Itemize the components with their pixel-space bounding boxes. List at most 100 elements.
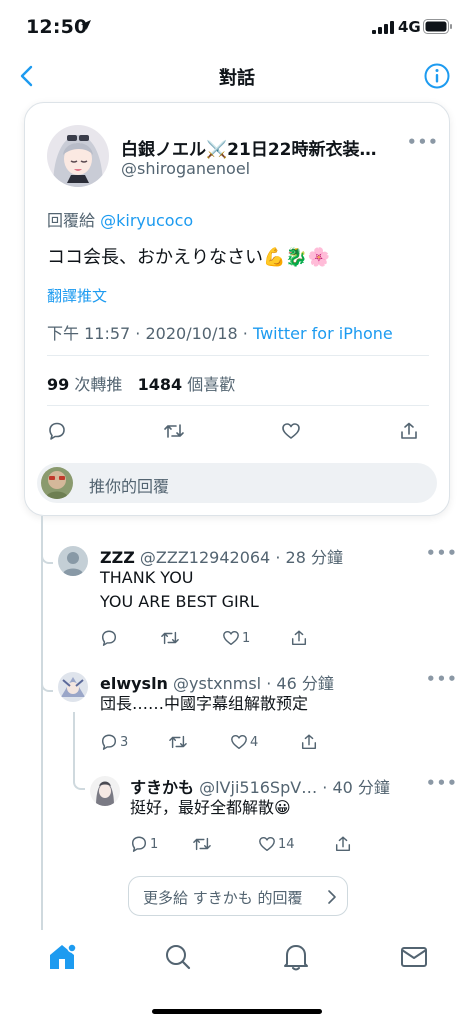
reply-author-name[interactable]: ZZZ [100, 548, 135, 567]
reply-text-line: 挺好，最好全都解散😀 [130, 798, 291, 817]
reply-text: 挺好，最好全都解散😀 [130, 796, 291, 820]
reply-author-handle[interactable]: @lVji516SpV… [199, 778, 317, 797]
reply-retweet-button[interactable] [168, 730, 190, 754]
info-icon[interactable] [424, 63, 450, 89]
author-avatar[interactable] [47, 125, 109, 187]
more-replies-label: 更多給 すきかも 的回覆 [143, 889, 303, 907]
more-replies-button[interactable]: 更多給 すきかも 的回覆 [128, 876, 348, 916]
notifications-icon[interactable] [276, 942, 316, 972]
meta-separator: · [135, 324, 146, 343]
messages-icon[interactable] [394, 942, 434, 972]
retweet-icon [193, 837, 211, 851]
reply-text-line: YOU ARE BEST GIRL [100, 592, 259, 611]
tweet-date: 2020/10/18 [145, 324, 238, 343]
retweet-count[interactable]: 99 [47, 375, 69, 394]
meta-separator: · [242, 324, 253, 343]
like-count[interactable]: 1484 [138, 375, 183, 394]
reply-author-handle[interactable]: @ystxnmsl [173, 674, 261, 693]
divider [47, 355, 429, 356]
reply-reply-button[interactable] [100, 626, 120, 650]
meta-separator: · [266, 674, 272, 693]
reply-more-icon[interactable]: ••• [426, 670, 458, 688]
reply-share-button[interactable] [290, 626, 308, 650]
meta-separator: · [322, 778, 328, 797]
battery-icon [423, 19, 452, 34]
tweet-more-icon[interactable]: ••• [407, 133, 439, 151]
like-icon [259, 836, 275, 852]
thread-connector [73, 772, 85, 790]
reply-time: 40 分鐘 [332, 778, 390, 797]
reply-like-count: 4 [250, 734, 259, 750]
reply-author-name[interactable]: すきかも [130, 778, 194, 797]
retweet-icon [161, 631, 179, 645]
share-icon[interactable] [399, 421, 419, 441]
main-tweet-card: 白銀ノエル⚔️21日22時新衣装… @shiroganenoel ••• 回覆給… [24, 102, 450, 516]
reply-avatar-default[interactable] [58, 546, 88, 576]
reply-icon[interactable] [47, 421, 67, 441]
thread-connector [41, 676, 53, 692]
page-title: 對話 [219, 68, 255, 89]
like-label[interactable]: 個喜歡 [187, 375, 235, 394]
reply-reply-count: 1 [150, 836, 159, 852]
share-icon [301, 734, 317, 750]
reply-author-name[interactable]: elwysln [100, 674, 168, 693]
meta-separator: · [275, 548, 281, 567]
reply-retweet-button[interactable] [192, 832, 214, 856]
home-icon[interactable] [42, 942, 82, 972]
retweet-icon [169, 735, 187, 749]
cellular-signal-icon [372, 21, 394, 34]
reply-header: elwysln @ystxnmsl · 46 分鐘 [100, 670, 334, 694]
reply-text-line: THANK YOU [100, 568, 194, 587]
tweet-text: ココ会長、おかえりなさい💪🐉🌸 [47, 247, 331, 268]
reply-time: 46 分鐘 [276, 674, 334, 693]
reply-more-icon[interactable]: ••• [426, 544, 458, 562]
status-bar: 12:50 4G [0, 0, 474, 56]
share-icon [291, 630, 307, 646]
reply-like-button[interactable]: 14 [258, 832, 295, 856]
reply-icon [101, 734, 117, 750]
reply-more-icon[interactable]: ••• [426, 774, 458, 792]
reply-reply-count: 3 [120, 734, 129, 750]
reply-share-button[interactable] [334, 832, 352, 856]
reply-reply-button[interactable]: 3 [100, 730, 128, 754]
reply-share-button[interactable] [300, 730, 318, 754]
reply-to-line: 回覆給 @kiryucoco [47, 207, 193, 231]
reply-icon [101, 630, 117, 646]
retweet-icon[interactable] [163, 421, 185, 441]
tweet-meta: 下午 11:57 · 2020/10/18 · Twitter for iPho… [47, 320, 393, 344]
reply-actions: 3 4 [100, 730, 320, 754]
tweet-stats: 99 次轉推 1484 個喜歡 [47, 371, 235, 395]
author-handle[interactable]: @shiroganenoel [121, 159, 250, 178]
reply-text: 団長……中國字幕组解散预定 [100, 692, 308, 716]
retweet-label[interactable]: 次轉推 [74, 375, 122, 394]
reply-header: すきかも @lVji516SpV… · 40 分鐘 [130, 774, 390, 798]
reply-like-button[interactable]: 4 [230, 730, 258, 754]
reply-avatar-sukikamo[interactable] [90, 776, 120, 806]
reply-like-count: 14 [278, 836, 295, 852]
reply-time: 28 分鐘 [285, 548, 343, 567]
reply-author-handle[interactable]: @ZZZ12942064 [140, 548, 270, 567]
reply-reply-button[interactable]: 1 [130, 832, 158, 856]
status-time: 12:50 [26, 16, 88, 38]
reply-to-mention[interactable]: @kiryucoco [100, 211, 193, 230]
author-name[interactable]: 白銀ノエル⚔️21日22時新衣装… [121, 135, 401, 160]
reply-header: ZZZ @ZZZ12942064 · 28 分鐘 [100, 544, 343, 568]
translate-tweet-link[interactable]: 翻譯推文 [47, 285, 107, 306]
reply-input[interactable]: 推你的回覆 [37, 463, 437, 503]
reply-like-button[interactable]: 1 [222, 626, 250, 650]
thread-line [41, 516, 43, 930]
search-icon[interactable] [158, 942, 198, 972]
reply-avatar-elwysln[interactable] [58, 672, 88, 702]
reply-retweet-button[interactable] [160, 626, 182, 650]
network-type: 4G [398, 18, 421, 36]
location-arrow-icon [81, 20, 91, 30]
tweet-time: 下午 11:57 [47, 324, 131, 343]
divider [47, 405, 429, 406]
share-icon [335, 836, 351, 852]
reply-actions: 1 [100, 626, 320, 650]
tweet-source-link[interactable]: Twitter for iPhone [253, 324, 393, 343]
like-icon[interactable] [281, 421, 301, 441]
current-user-avatar [41, 467, 73, 499]
reply-text-line: 団長……中國字幕组解散预定 [100, 694, 309, 713]
reply-text: THANK YOU YOU ARE BEST GIRL [100, 566, 259, 614]
